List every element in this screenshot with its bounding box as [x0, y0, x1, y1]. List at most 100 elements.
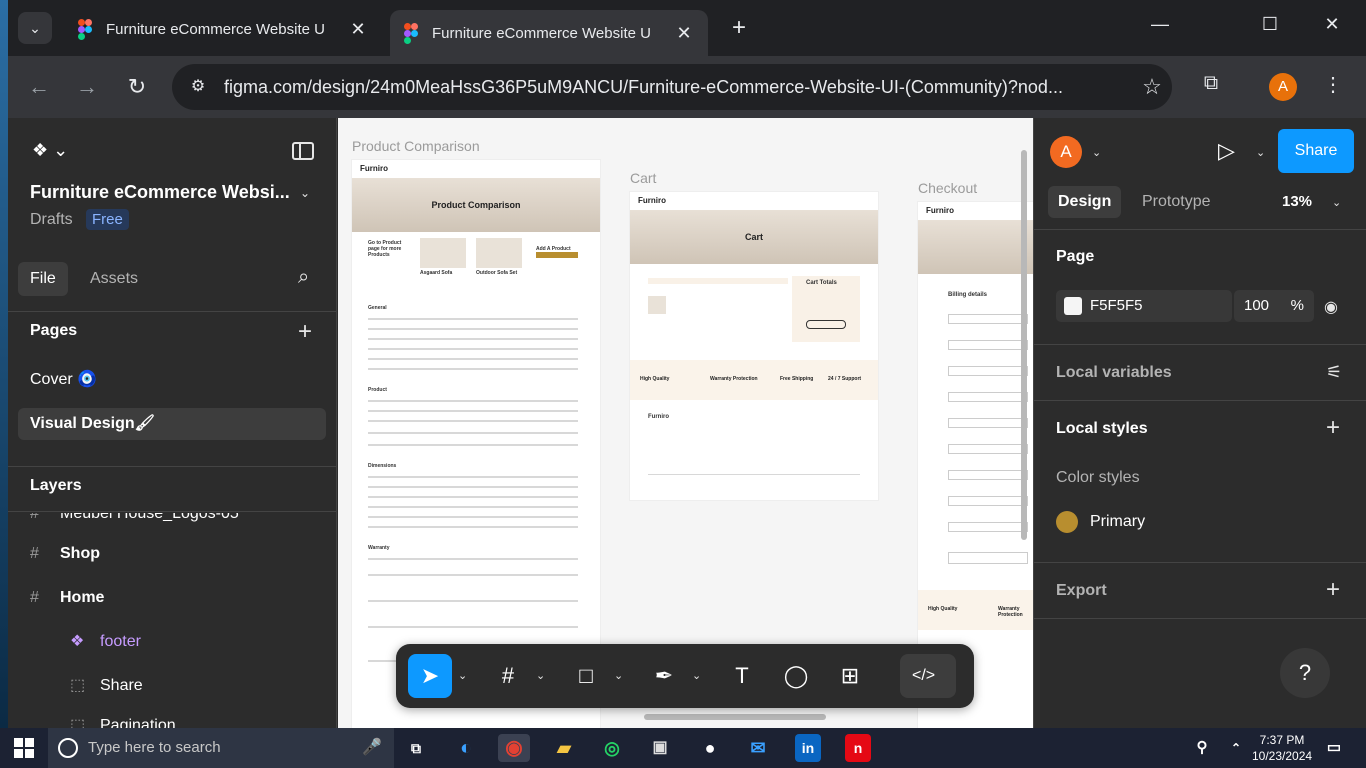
tab-assets[interactable]: Assets [78, 262, 150, 296]
chevron-down-icon[interactable]: ⌄ [536, 654, 545, 698]
user-avatar[interactable]: A [1050, 136, 1082, 168]
browser-tab-1[interactable]: Furniture eCommerce Website U ✕ [64, 10, 382, 48]
cart-totals-title: Cart Totals [806, 280, 837, 286]
taskbar-search[interactable]: Type here to search [48, 728, 394, 768]
file-explorer-icon[interactable]: ▰ [548, 734, 580, 762]
tab-design[interactable]: Design [1048, 186, 1122, 218]
tab-prototype[interactable]: Prototype [1132, 186, 1220, 218]
layer-item[interactable]: # Shop [30, 539, 100, 569]
frame-cart[interactable]: Furniro Cart Cart Totals High Quality Wa… [630, 192, 878, 500]
reload-icon[interactable]: ↻ [122, 72, 152, 102]
chevron-down-icon[interactable]: ⌄ [1092, 146, 1101, 159]
fill-swatch[interactable] [1064, 297, 1082, 315]
sidebar-toggle-icon[interactable] [292, 142, 314, 160]
canvas-scrollbar-horizontal[interactable] [644, 714, 826, 720]
figma-menu-icon[interactable]: ❖ ⌄ [32, 140, 68, 161]
feature-text: High Quality [928, 606, 958, 612]
layer-item[interactable]: # Meubel House_Logos-05 [30, 513, 239, 529]
tab-file[interactable]: File [18, 262, 68, 296]
people-icon[interactable]: ⚲ [1186, 734, 1218, 762]
chrome-menu-icon[interactable]: ⋮ [1318, 72, 1348, 97]
chevron-down-icon[interactable]: ⌄ [300, 186, 310, 200]
frame-tool-icon[interactable]: # [488, 654, 528, 698]
help-button[interactable]: ? [1280, 648, 1330, 698]
spec-row [368, 506, 578, 508]
close-window-icon[interactable]: ✕ [1312, 14, 1352, 35]
frame-label-cart[interactable]: Cart [630, 170, 656, 186]
chevron-down-icon[interactable]: ⌄ [458, 654, 467, 698]
back-icon[interactable]: ← [24, 72, 54, 102]
move-tool-icon[interactable]: ➤ [408, 654, 452, 698]
chevron-up-icon[interactable]: ⌃ [1220, 734, 1252, 762]
forward-icon[interactable]: → [72, 72, 102, 102]
layer-item[interactable]: ❖ footer [70, 627, 141, 657]
drafts-label[interactable]: Drafts [30, 211, 73, 229]
chevron-down-icon[interactable]: ⌄ [1256, 146, 1265, 159]
address-bar[interactable]: ⚙ figma.com/design/24m0MeaHssG36P5uM9ANC… [172, 64, 1172, 110]
chevron-down-icon[interactable]: ⌄ [614, 654, 623, 698]
layer-item[interactable]: ⬚ Pagination [70, 711, 176, 728]
zoom-level[interactable]: 13% [1282, 193, 1312, 210]
pages-heading: Pages [30, 322, 78, 339]
bookmark-star-icon[interactable]: ☆ [1132, 74, 1172, 100]
add-page-icon[interactable]: + [298, 320, 312, 344]
add-export-icon[interactable]: + [1326, 578, 1340, 602]
primary-color-label[interactable]: Primary [1090, 513, 1145, 531]
feature-text: Free Shipping [780, 376, 814, 382]
add-style-icon[interactable]: + [1326, 416, 1340, 440]
edge-icon[interactable]: ◐ [450, 734, 482, 762]
primary-color-swatch[interactable] [1056, 511, 1078, 533]
spec-section: Product [368, 387, 387, 393]
profile-avatar[interactable]: A [1269, 73, 1297, 101]
taskbar-clock[interactable]: 7:37 PM 10/23/2024 [1252, 732, 1312, 764]
share-button[interactable]: Share [1278, 129, 1354, 173]
maximize-icon[interactable]: ☐ [1250, 14, 1290, 35]
layer-item[interactable]: ⬚ Share [70, 671, 143, 701]
new-tab-button[interactable]: + [724, 14, 754, 44]
variables-settings-icon[interactable]: ⚟ [1326, 362, 1342, 383]
close-tab-icon[interactable]: ✕ [348, 19, 368, 40]
eye-icon[interactable]: ◉ [1324, 297, 1338, 317]
whatsapp-icon[interactable]: ◎ [596, 734, 628, 762]
close-tab-icon[interactable]: ✕ [674, 23, 694, 44]
frame-label-checkout[interactable]: Checkout [918, 180, 977, 196]
page-item-cover[interactable]: Cover 🧿 [18, 364, 326, 396]
store-icon[interactable]: ▣ [644, 734, 676, 762]
browser-tab-2[interactable]: Furniture eCommerce Website U ✕ [390, 10, 708, 56]
frame-product-comparison[interactable]: Furniro Product Comparison Go to Product… [352, 160, 600, 728]
pen-tool-icon[interactable]: ✒ [644, 654, 684, 698]
page-item-visual-design[interactable]: Visual Design🖌 [18, 408, 326, 440]
actions-icon[interactable]: ⊞ [830, 654, 870, 698]
text-tool-icon[interactable]: T [722, 654, 762, 698]
date-text: 10/23/2024 [1252, 749, 1313, 763]
frame-label-comparison[interactable]: Product Comparison [352, 138, 480, 154]
file-title[interactable]: Furniture eCommerce Websi... [30, 182, 290, 203]
microphone-icon[interactable]: 🎤 [356, 734, 388, 762]
rectangle-tool-icon[interactable]: □ [566, 654, 606, 698]
windows-start-icon[interactable] [14, 738, 34, 758]
mail-icon[interactable]: ✉ [742, 734, 774, 762]
site-info-icon[interactable]: ⚙ [186, 75, 210, 99]
search-icon[interactable]: ⌕ [298, 266, 320, 288]
comment-tool-icon[interactable]: ◯ [776, 654, 816, 698]
layer-item[interactable]: # Home [30, 583, 104, 613]
extensions-icon[interactable]: ⧉ [1196, 72, 1226, 95]
minimize-icon[interactable]: — [1140, 14, 1180, 35]
canvas-scrollbar-vertical[interactable] [1021, 150, 1027, 540]
local-variables-label[interactable]: Local variables [1056, 364, 1172, 382]
design-canvas[interactable]: Product Comparison Furniro Product Compa… [338, 118, 1033, 728]
present-play-icon[interactable]: ▷ [1218, 138, 1235, 164]
tab-search-button[interactable]: ⌄ [18, 12, 52, 44]
linkedin-icon[interactable]: in [795, 734, 821, 762]
chrome-icon[interactable]: ◉ [498, 734, 530, 762]
fill-opacity-field[interactable]: 100 % [1234, 290, 1314, 322]
page-fill-field[interactable]: F5F5F5 [1056, 290, 1232, 322]
chevron-down-icon[interactable]: ⌄ [692, 654, 701, 698]
notification-icon[interactable]: ▭ [1318, 734, 1350, 762]
task-view-icon[interactable]: ⧉ [400, 734, 432, 762]
github-icon[interactable]: ● [694, 734, 726, 762]
dev-mode-icon[interactable]: </> [900, 654, 956, 698]
chevron-down-icon[interactable]: ⌄ [1332, 196, 1341, 209]
feature-text: 24 / 7 Support [828, 376, 862, 382]
app-icon[interactable]: n [845, 734, 871, 762]
